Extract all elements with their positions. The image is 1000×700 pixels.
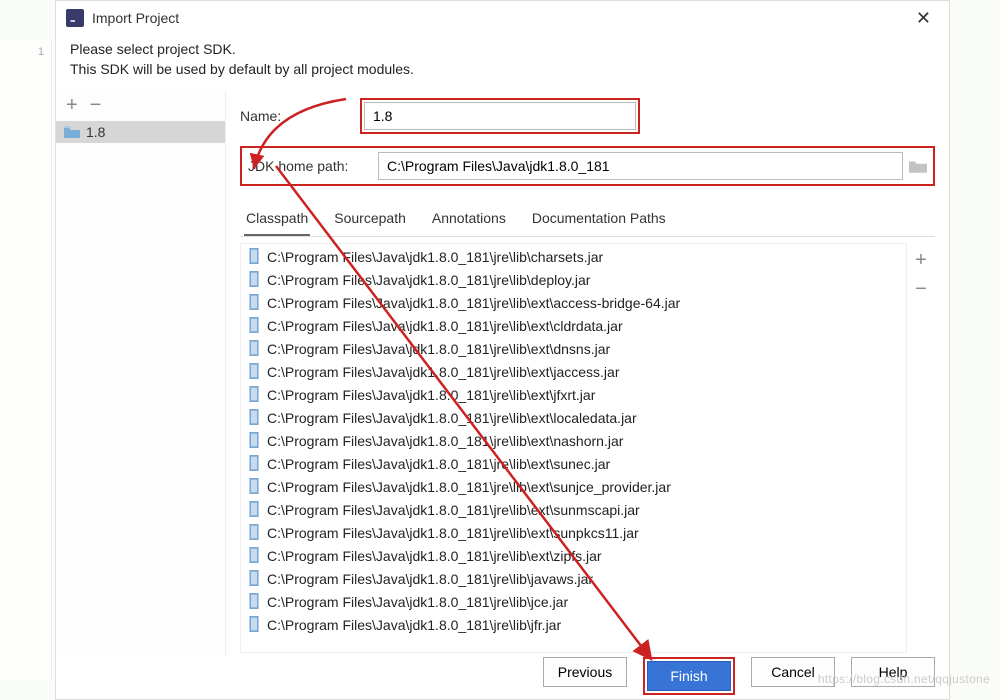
- jar-icon: [247, 501, 261, 520]
- sdk-sidebar: + − 1.8: [56, 90, 226, 655]
- jar-icon: [247, 616, 261, 635]
- titlebar: Import Project ✕: [56, 1, 949, 35]
- name-label: Name:: [240, 108, 360, 124]
- close-icon[interactable]: ✕: [908, 4, 939, 33]
- path-label: JDK home path:: [248, 158, 378, 174]
- jar-icon: [247, 386, 261, 405]
- finish-button[interactable]: Finish: [647, 661, 731, 691]
- folder-icon: [64, 126, 80, 138]
- jar-icon: [247, 547, 261, 566]
- classpath-add-button[interactable]: +: [915, 249, 927, 272]
- jar-icon: [247, 570, 261, 589]
- list-item[interactable]: C:\Program Files\Java\jdk1.8.0_181\jre\l…: [241, 246, 906, 269]
- jar-path: C:\Program Files\Java\jdk1.8.0_181\jre\l…: [267, 525, 639, 541]
- jar-path: C:\Program Files\Java\jdk1.8.0_181\jre\l…: [267, 456, 610, 472]
- list-item[interactable]: C:\Program Files\Java\jdk1.8.0_181\jre\l…: [241, 315, 906, 338]
- jar-path: C:\Program Files\Java\jdk1.8.0_181\jre\l…: [267, 617, 561, 633]
- jdk-home-path-input[interactable]: [378, 152, 903, 180]
- jar-icon: [247, 363, 261, 382]
- tab-documentation-paths[interactable]: Documentation Paths: [530, 206, 668, 236]
- jar-path: C:\Program Files\Java\jdk1.8.0_181\jre\l…: [267, 295, 680, 311]
- sidebar-item-label: 1.8: [86, 124, 105, 140]
- jar-icon: [247, 294, 261, 313]
- jar-path: C:\Program Files\Java\jdk1.8.0_181\jre\l…: [267, 341, 610, 357]
- jar-path: C:\Program Files\Java\jdk1.8.0_181\jre\l…: [267, 594, 568, 610]
- instruction-line-1: Please select project SDK.: [70, 39, 935, 59]
- browse-folder-icon[interactable]: [909, 159, 927, 173]
- list-item[interactable]: C:\Program Files\Java\jdk1.8.0_181\jre\l…: [241, 568, 906, 591]
- tab-annotations[interactable]: Annotations: [430, 206, 508, 236]
- list-item[interactable]: C:\Program Files\Java\jdk1.8.0_181\jre\l…: [241, 269, 906, 292]
- jar-icon: [247, 432, 261, 451]
- list-item[interactable]: C:\Program Files\Java\jdk1.8.0_181\jre\l…: [241, 476, 906, 499]
- import-project-dialog: Import Project ✕ Please select project S…: [55, 0, 950, 700]
- sidebar-item-sdk[interactable]: 1.8: [56, 121, 225, 143]
- list-item[interactable]: C:\Program Files\Java\jdk1.8.0_181\jre\l…: [241, 338, 906, 361]
- list-item[interactable]: C:\Program Files\Java\jdk1.8.0_181\jre\l…: [241, 430, 906, 453]
- content-pane: Name: JDK home path: Classpath Sourcepat…: [226, 90, 949, 655]
- jar-path: C:\Program Files\Java\jdk1.8.0_181\jre\l…: [267, 318, 623, 334]
- jar-path: C:\Program Files\Java\jdk1.8.0_181\jre\l…: [267, 571, 593, 587]
- jar-path: C:\Program Files\Java\jdk1.8.0_181\jre\l…: [267, 548, 602, 564]
- jar-path: C:\Program Files\Java\jdk1.8.0_181\jre\l…: [267, 272, 590, 288]
- jar-path: C:\Program Files\Java\jdk1.8.0_181\jre\l…: [267, 249, 603, 265]
- finish-highlight-box: Finish: [643, 657, 735, 695]
- list-item[interactable]: C:\Program Files\Java\jdk1.8.0_181\jre\l…: [241, 545, 906, 568]
- list-item[interactable]: C:\Program Files\Java\jdk1.8.0_181\jre\l…: [241, 591, 906, 614]
- classpath-remove-button[interactable]: −: [915, 278, 927, 301]
- path-highlight-box: JDK home path:: [240, 146, 935, 186]
- name-highlight-box: [360, 98, 640, 134]
- jar-path: C:\Program Files\Java\jdk1.8.0_181\jre\l…: [267, 387, 595, 403]
- jar-path: C:\Program Files\Java\jdk1.8.0_181\jre\l…: [267, 479, 671, 495]
- tabs: Classpath Sourcepath Annotations Documen…: [240, 198, 935, 237]
- list-item[interactable]: C:\Program Files\Java\jdk1.8.0_181\jre\l…: [241, 292, 906, 315]
- classpath-list[interactable]: C:\Program Files\Java\jdk1.8.0_181\jre\l…: [240, 243, 907, 653]
- jar-icon: [247, 455, 261, 474]
- jar-icon: [247, 317, 261, 336]
- list-item[interactable]: C:\Program Files\Java\jdk1.8.0_181\jre\l…: [241, 407, 906, 430]
- list-item[interactable]: C:\Program Files\Java\jdk1.8.0_181\jre\l…: [241, 499, 906, 522]
- sdk-name-input[interactable]: [364, 102, 636, 130]
- tab-classpath[interactable]: Classpath: [244, 206, 310, 236]
- list-item[interactable]: C:\Program Files\Java\jdk1.8.0_181\jre\l…: [241, 522, 906, 545]
- list-item[interactable]: C:\Program Files\Java\jdk1.8.0_181\jre\l…: [241, 453, 906, 476]
- editor-gutter: 1: [0, 40, 52, 680]
- list-item[interactable]: C:\Program Files\Java\jdk1.8.0_181\jre\l…: [241, 614, 906, 637]
- jar-icon: [247, 593, 261, 612]
- jar-icon: [247, 478, 261, 497]
- jar-path: C:\Program Files\Java\jdk1.8.0_181\jre\l…: [267, 502, 640, 518]
- window-title: Import Project: [92, 10, 179, 26]
- jar-path: C:\Program Files\Java\jdk1.8.0_181\jre\l…: [267, 433, 623, 449]
- instructions: Please select project SDK. This SDK will…: [56, 35, 949, 90]
- jar-icon: [247, 409, 261, 428]
- list-item[interactable]: C:\Program Files\Java\jdk1.8.0_181\jre\l…: [241, 361, 906, 384]
- jar-icon: [247, 248, 261, 267]
- instruction-line-2: This SDK will be used by default by all …: [70, 59, 935, 79]
- intellij-icon: [66, 9, 84, 27]
- tab-sourcepath[interactable]: Sourcepath: [332, 206, 408, 236]
- list-item[interactable]: C:\Program Files\Java\jdk1.8.0_181\jre\l…: [241, 384, 906, 407]
- sidebar-add-button[interactable]: +: [66, 94, 78, 117]
- jar-icon: [247, 524, 261, 543]
- sidebar-remove-button[interactable]: −: [90, 94, 102, 117]
- jar-path: C:\Program Files\Java\jdk1.8.0_181\jre\l…: [267, 410, 637, 426]
- watermark: https://blog.csdn.net/qqjustone: [818, 672, 990, 686]
- jar-icon: [247, 271, 261, 290]
- jar-icon: [247, 340, 261, 359]
- previous-button[interactable]: Previous: [543, 657, 627, 687]
- jar-path: C:\Program Files\Java\jdk1.8.0_181\jre\l…: [267, 364, 619, 380]
